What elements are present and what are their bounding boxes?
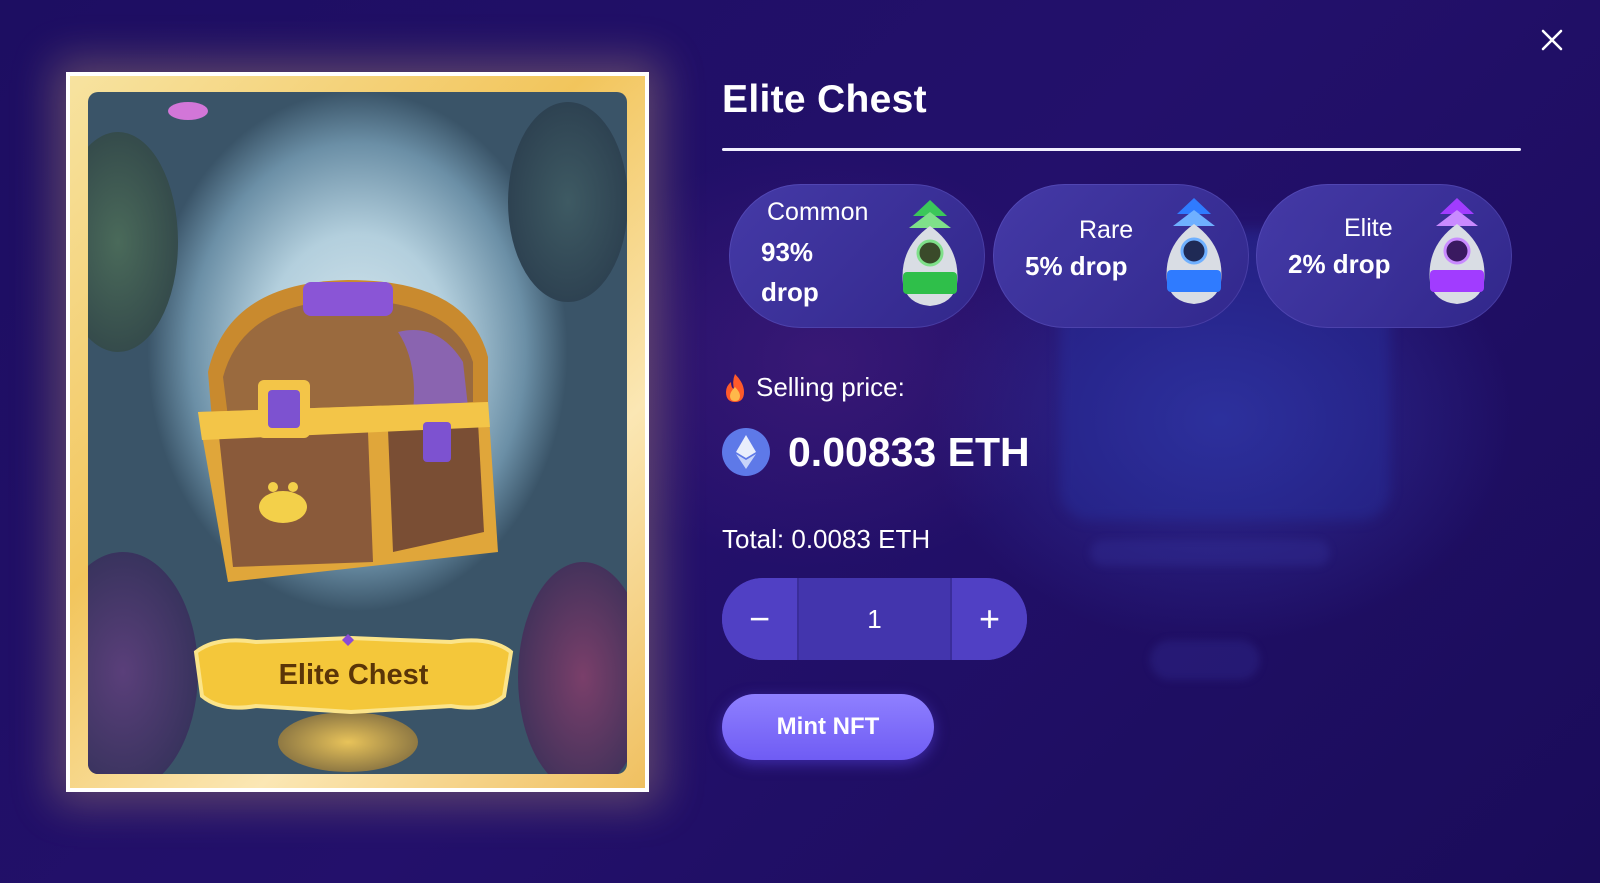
mint-modal: Elite Chest Elite Chest Common 93% drop …: [0, 0, 1600, 883]
reef-decoration: [278, 712, 418, 772]
reef-decoration: [88, 552, 198, 774]
reef-decoration: [88, 132, 178, 352]
drop-name: Elite: [1344, 214, 1393, 242]
chest-name-banner: Elite Chest: [186, 632, 521, 718]
rare-egg-icon: [1166, 198, 1222, 304]
quantity-stepper: − 1 +: [722, 578, 1027, 660]
background-decoration: [1150, 640, 1260, 680]
drop-rate: 93% drop: [761, 237, 819, 307]
title-divider: [722, 148, 1521, 151]
drop-rate: 2% drop: [1288, 249, 1391, 279]
price-value: 0.00833 ETH: [788, 428, 1030, 475]
mint-nft-button[interactable]: Mint NFT: [722, 694, 934, 760]
ethereum-icon: [722, 428, 770, 476]
drop-card-common: Common 93% drop: [729, 184, 985, 328]
drop-rate: 5% drop: [1025, 251, 1128, 281]
drop-card-elite: Elite 2% drop: [1256, 184, 1512, 328]
drop-card-rare: Rare 5% drop: [993, 184, 1249, 328]
chest-illustration: Elite Chest: [88, 92, 627, 774]
total-label: Total: 0.0083 ETH: [722, 524, 931, 554]
treasure-chest-icon: [198, 280, 498, 582]
close-icon: [1541, 29, 1563, 51]
background-decoration: [1090, 540, 1330, 566]
close-button[interactable]: [1536, 24, 1568, 56]
reef-decoration: [518, 562, 627, 774]
drop-name: Common: [767, 198, 869, 226]
reef-decoration: [508, 102, 627, 302]
reef-decoration: [168, 102, 208, 120]
decrement-button[interactable]: −: [722, 578, 797, 660]
elite-egg-icon: [1429, 198, 1485, 304]
banner-label: Elite Chest: [278, 658, 429, 691]
increment-button[interactable]: +: [952, 578, 1027, 660]
chest-title: Elite Chest: [722, 78, 927, 121]
drop-name: Rare: [1079, 216, 1134, 244]
fire-icon: [726, 373, 744, 402]
quantity-value[interactable]: 1: [797, 578, 952, 660]
selling-price-text: Selling price:: [756, 372, 905, 402]
price-row: 0.00833 ETH: [722, 428, 1030, 476]
selling-price-label: Selling price:: [722, 372, 905, 403]
common-egg-icon: [902, 200, 958, 306]
chest-card: Elite Chest: [66, 72, 649, 792]
